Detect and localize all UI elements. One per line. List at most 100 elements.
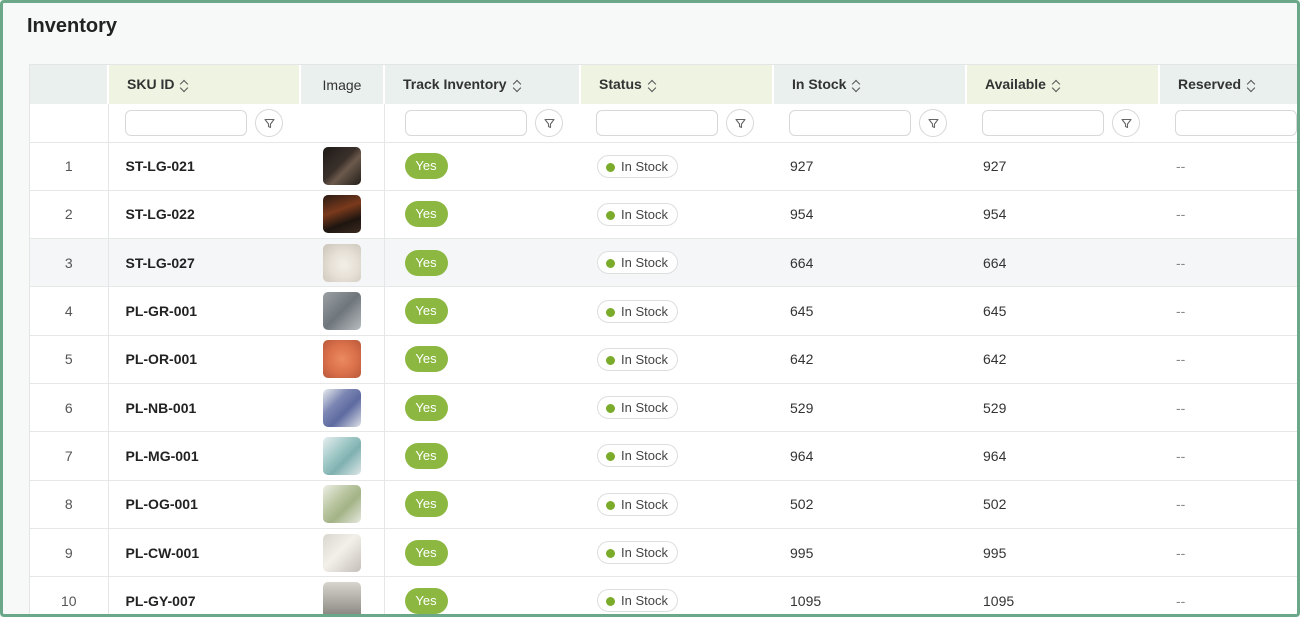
status-label: In Stock (621, 448, 668, 464)
header-available[interactable]: Available (966, 65, 1160, 104)
header-in-stock[interactable]: In Stock (773, 65, 967, 104)
product-thumbnail[interactable] (322, 533, 361, 572)
filter-icon (263, 118, 275, 128)
status-cell: In Stock (580, 286, 773, 336)
product-thumbnail[interactable] (322, 195, 361, 234)
filter-icon (1121, 118, 1132, 128)
status-label: In Stock (621, 545, 668, 561)
track-inventory-badge[interactable]: Yes (404, 394, 448, 421)
track-inventory-badge[interactable]: Yes (404, 298, 448, 325)
product-thumbnail[interactable] (322, 581, 361, 614)
track-inventory-cell: Yes (384, 383, 580, 433)
in-stock-cell: 1095 (773, 576, 966, 614)
header-reserved-label: Reserved (1178, 76, 1242, 93)
image-cell (300, 335, 385, 384)
track-inventory-badge[interactable]: Yes (404, 442, 448, 469)
product-thumbnail[interactable] (322, 340, 361, 379)
product-thumbnail[interactable] (322, 388, 361, 427)
sort-icon[interactable] (852, 79, 862, 93)
table-row[interactable]: 8 PL-OG-001 Yes In Stock 502 502 -- (30, 480, 1297, 529)
table-row[interactable]: 4 PL-GR-001 Yes In Stock 645 645 -- (30, 286, 1297, 336)
image-cell (300, 190, 385, 240)
product-thumbnail[interactable] (322, 292, 361, 331)
sort-icon[interactable] (648, 79, 658, 93)
sort-icon[interactable] (1052, 79, 1062, 93)
in-stock-cell: 502 (773, 480, 966, 529)
track-inventory-cell: Yes (384, 576, 580, 614)
reserved-cell: -- (1159, 383, 1297, 433)
sku-cell[interactable]: PL-MG-001 (108, 431, 300, 481)
filter-cell-track (384, 104, 580, 143)
sku-cell[interactable]: PL-OR-001 (108, 335, 300, 384)
image-cell (300, 238, 385, 288)
track-filter-button[interactable] (534, 108, 563, 137)
track-inventory-badge[interactable]: Yes (404, 539, 448, 566)
table-header-row: SKU ID Image Track Inventory Status In S… (30, 65, 1297, 104)
filter-cell-status (580, 104, 773, 143)
track-inventory-badge[interactable]: Yes (404, 249, 448, 276)
available-filter-input[interactable] (982, 109, 1104, 136)
track-inventory-cell: Yes (384, 335, 580, 384)
sku-cell[interactable]: ST-LG-022 (108, 190, 300, 240)
sku-cell[interactable]: PL-GR-001 (108, 286, 300, 336)
sort-icon[interactable] (513, 79, 523, 93)
table-row[interactable]: 1 ST-LG-021 Yes In Stock 927 927 -- (30, 142, 1297, 191)
in-stock-filter-input[interactable] (789, 109, 911, 136)
sku-filter-input[interactable] (124, 109, 247, 136)
reserved-cell: -- (1159, 190, 1297, 240)
track-inventory-badge[interactable]: Yes (404, 587, 448, 614)
reserved-filter-input[interactable] (1175, 109, 1297, 136)
sku-cell[interactable]: ST-LG-027 (108, 238, 300, 288)
sku-cell[interactable]: PL-CW-001 (108, 528, 300, 578)
status-filter-input[interactable] (596, 109, 718, 136)
table-row[interactable]: 3 ST-LG-027 Yes In Stock 664 664 -- (30, 238, 1297, 288)
filter-cell-reserved (1159, 104, 1297, 143)
table-row[interactable]: 6 PL-NB-001 Yes In Stock 529 529 -- (30, 383, 1297, 433)
in-stock-cell: 927 (773, 142, 966, 191)
track-inventory-badge[interactable]: Yes (404, 346, 448, 373)
table-row[interactable]: 5 PL-OR-001 Yes In Stock 642 642 -- (30, 335, 1297, 384)
header-in-stock-label: In Stock (792, 76, 847, 93)
product-thumbnail[interactable] (322, 147, 361, 186)
product-thumbnail[interactable] (322, 436, 361, 475)
status-label: In Stock (621, 303, 668, 319)
available-cell: 502 (966, 480, 1159, 529)
status-filter-button[interactable] (726, 108, 754, 137)
track-inventory-badge[interactable]: Yes (404, 201, 448, 228)
header-image: Image (300, 65, 385, 104)
track-filter-input[interactable] (404, 109, 527, 136)
header-status-label: Status (599, 76, 642, 93)
track-inventory-badge[interactable]: Yes (404, 153, 448, 180)
product-thumbnail[interactable] (322, 485, 361, 524)
header-track-inventory[interactable]: Track Inventory (384, 65, 581, 104)
sort-icon[interactable] (1247, 79, 1257, 93)
available-cell: 529 (966, 383, 1159, 433)
reserved-cell: -- (1159, 528, 1297, 578)
status-cell: In Stock (580, 383, 773, 433)
table-row[interactable]: 7 PL-MG-001 Yes In Stock 964 964 -- (30, 431, 1297, 481)
sku-cell[interactable]: PL-OG-001 (108, 480, 300, 529)
in-stock-filter-button[interactable] (919, 108, 947, 137)
product-thumbnail[interactable] (322, 243, 361, 282)
image-cell (300, 431, 385, 481)
table-row[interactable]: 10 PL-GY-007 Yes In Stock 1095 1095 -- (30, 576, 1297, 614)
status-label: In Stock (621, 496, 668, 512)
track-inventory-badge[interactable]: Yes (404, 491, 448, 518)
header-sku[interactable]: SKU ID (108, 65, 301, 104)
status-cell: In Stock (580, 576, 773, 614)
status-badge: In Stock (597, 299, 678, 323)
table-row[interactable]: 9 PL-CW-001 Yes In Stock 995 995 -- (30, 528, 1297, 578)
available-cell: 664 (966, 238, 1159, 288)
status-badge: In Stock (597, 202, 678, 226)
sku-cell[interactable]: PL-GY-007 (108, 576, 300, 614)
row-index: 10 (30, 576, 109, 614)
available-filter-button[interactable] (1112, 108, 1140, 137)
table-row[interactable]: 2 ST-LG-022 Yes In Stock 954 954 -- (30, 190, 1297, 240)
header-status[interactable]: Status (580, 65, 774, 104)
sku-cell[interactable]: ST-LG-021 (108, 142, 300, 191)
sort-icon[interactable] (180, 79, 190, 93)
status-dot-icon (606, 355, 615, 365)
header-reserved[interactable]: Reserved (1159, 65, 1297, 104)
sku-cell[interactable]: PL-NB-001 (108, 383, 300, 433)
sku-filter-button[interactable] (254, 108, 283, 137)
